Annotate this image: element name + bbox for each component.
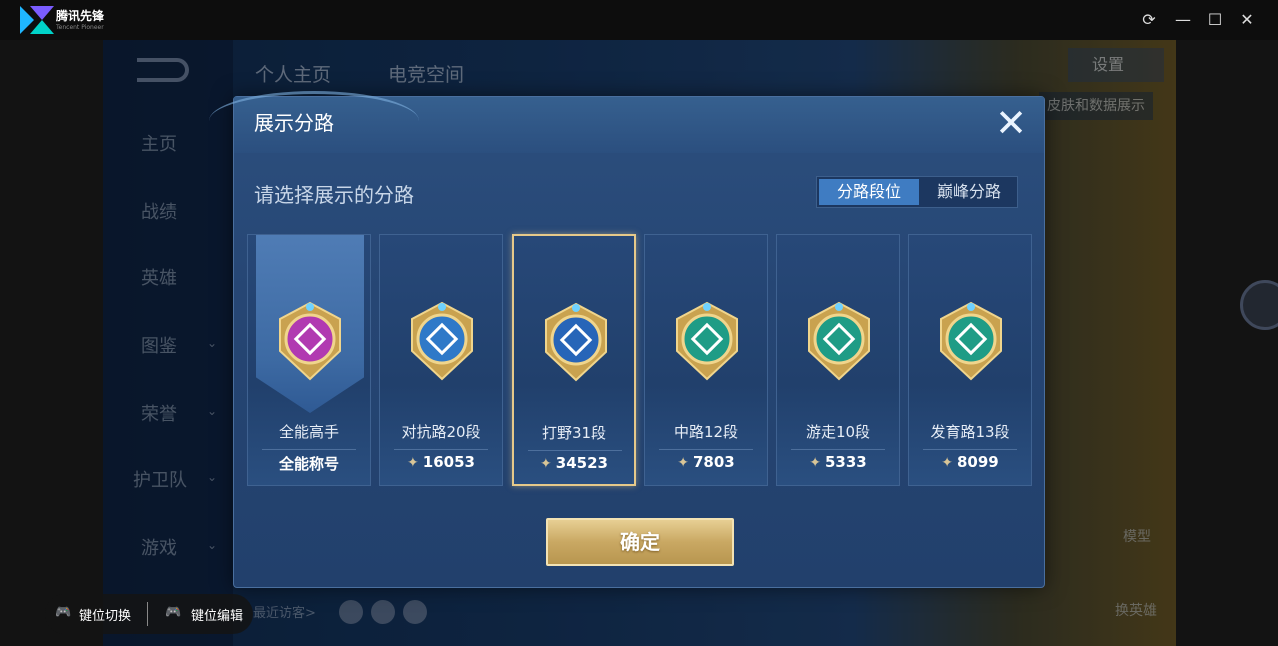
separator — [923, 449, 1017, 450]
lane-card[interactable]: 全能高手 全能称号 — [247, 234, 371, 486]
key-switch-button[interactable]: 键位切换 — [79, 605, 131, 624]
card-footer: 全能称号 — [278, 455, 339, 473]
card-score-value: 16053 — [422, 453, 475, 471]
score-icon: ✦ — [407, 455, 419, 471]
rank-emblem-icon — [808, 301, 870, 381]
card-lane-name: 全能高手 — [278, 423, 339, 441]
separator — [528, 450, 622, 451]
card-score-value: 7803 — [692, 453, 735, 471]
maximize-icon[interactable]: ☐ — [1205, 10, 1225, 30]
score-icon: ✦ — [809, 455, 821, 471]
lane-display-dialog: 展示分路 ✕ 请选择展示的分路 分路段位 巅峰分路 全能高手全能称号 对抗路20… — [209, 91, 1045, 588]
app-logo-icon — [20, 6, 54, 34]
rank-emblem-icon — [279, 301, 341, 381]
gamepad-icon: 🎮 — [55, 605, 72, 620]
score-icon: ✦ — [540, 456, 552, 472]
separator — [147, 602, 148, 626]
key-edit-button[interactable]: 键位编辑 — [191, 605, 243, 624]
lane-card[interactable]: 中路12段 ✦ 7803 — [644, 234, 768, 486]
confirm-button[interactable]: 确定 — [546, 518, 734, 566]
card-lane-name: 打野31段 — [541, 424, 607, 442]
minimize-icon[interactable]: — — [1173, 10, 1193, 30]
tab-lane-rank[interactable]: 分路段位 — [819, 179, 919, 205]
score-icon: ✦ — [941, 455, 953, 471]
key-mapping-bar: 🎮 键位切换 🎮 键位编辑 — [45, 594, 253, 634]
title-bar: 腾讯先锋 Tencent Pioneer ⟳ — ☐ ✕ — [0, 0, 1278, 40]
separator — [659, 449, 753, 450]
lane-card[interactable]: 打野31段 ✦ 34523 — [512, 234, 636, 486]
refresh-icon[interactable]: ⟳ — [1139, 10, 1159, 30]
card-score: ✦ 16053 — [380, 453, 502, 471]
app-name: 腾讯先锋 — [56, 9, 105, 23]
rank-emblem-icon — [940, 301, 1002, 381]
tab-peak-lane[interactable]: 巅峰分路 — [921, 179, 1017, 205]
card-score-value: 5333 — [824, 453, 867, 471]
lane-mode-toggle: 分路段位 巅峰分路 — [816, 176, 1018, 208]
separator — [394, 449, 488, 450]
card-lane-name: 中路12段 — [673, 423, 739, 441]
card-score: ✦ 5333 — [777, 453, 899, 471]
gamepad-icon: 🎮 — [165, 605, 182, 620]
dialog-title: 展示分路 — [254, 111, 334, 135]
separator — [262, 449, 356, 450]
lane-card[interactable]: 对抗路20段 ✦ 16053 — [379, 234, 503, 486]
score-icon: ✦ — [677, 455, 689, 471]
close-icon[interactable]: ✕ — [991, 103, 1031, 143]
rank-emblem-icon — [545, 302, 607, 382]
separator — [791, 449, 885, 450]
lane-card[interactable]: 发育路13段 ✦ 8099 — [908, 234, 1032, 486]
card-score: ✦ 34523 — [514, 454, 634, 472]
rank-emblem-icon — [676, 301, 738, 381]
app-subtitle: Tencent Pioneer — [56, 24, 104, 31]
card-score: ✦ 8099 — [909, 453, 1031, 471]
rank-emblem-icon — [411, 301, 473, 381]
card-lane-name: 游走10段 — [805, 423, 871, 441]
card-score: ✦ 7803 — [645, 453, 767, 471]
close-window-icon[interactable]: ✕ — [1237, 10, 1257, 30]
card-lane-name: 对抗路20段 — [401, 423, 481, 441]
lane-card[interactable]: 游走10段 ✦ 5333 — [776, 234, 900, 486]
card-score-value: 8099 — [956, 453, 999, 471]
card-score-value: 34523 — [555, 454, 608, 472]
card-lane-name: 发育路13段 — [930, 423, 1010, 441]
dialog-prompt: 请选择展示的分路 — [254, 183, 414, 207]
